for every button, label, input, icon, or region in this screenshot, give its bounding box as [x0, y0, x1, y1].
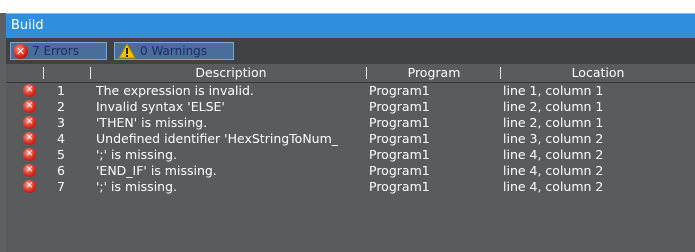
row-location: line 4, column 2 [503, 179, 604, 194]
row-location: line 2, column 1 [503, 99, 604, 114]
table-row[interactable]: ✕ 3 'THEN' is missing. Program1 line 2, … [6, 115, 695, 131]
row-location: line 3, column 2 [503, 131, 604, 146]
column-header-program[interactable]: Program [369, 65, 499, 80]
error-icon: ✕ [13, 43, 28, 59]
errors-filter-button[interactable]: ✕ 7 Errors [10, 42, 107, 60]
build-panel-titlebar: Build [6, 13, 695, 38]
error-icon: ✕ [23, 180, 36, 193]
row-number: 3 [57, 115, 65, 130]
warning-icon [118, 43, 136, 59]
column-separator[interactable] [366, 67, 367, 79]
row-number: 4 [57, 131, 65, 146]
row-program: Program1 [369, 147, 430, 162]
row-number: 7 [57, 179, 65, 194]
row-location: line 2, column 1 [503, 115, 604, 130]
panel-title: Build [11, 18, 44, 33]
row-number: 1 [57, 83, 65, 98]
error-icon: ✕ [23, 84, 36, 97]
row-program: Program1 [369, 131, 430, 146]
warnings-filter-label: 0 Warnings [140, 44, 208, 58]
row-program: Program1 [369, 163, 430, 178]
row-number: 6 [57, 163, 65, 178]
row-description: ';' is missing. [96, 179, 177, 194]
row-description: 'THEN' is missing. [96, 115, 208, 130]
row-number: 5 [57, 147, 65, 162]
table-row[interactable]: ✕ 5 ';' is missing. Program1 line 4, col… [6, 147, 695, 163]
column-separator[interactable] [43, 67, 44, 79]
error-icon: ✕ [23, 132, 36, 145]
top-strip [0, 0, 695, 13]
table-row[interactable]: ✕ 7 ';' is missing. Program1 line 4, col… [6, 179, 695, 195]
column-separator[interactable] [500, 67, 501, 79]
row-location: line 4, column 2 [503, 163, 604, 178]
error-icon: ✕ [23, 164, 36, 177]
table-row[interactable]: ✕ 6 'END_IF' is missing. Program1 line 4… [6, 163, 695, 179]
row-program: Program1 [369, 179, 430, 194]
error-list-grid: Description Program Location ✕ 1 The exp… [6, 64, 695, 195]
errors-filter-label: 7 Errors [32, 44, 79, 58]
error-icon: ✕ [23, 148, 36, 161]
row-number: 2 [57, 99, 65, 114]
row-description: The expression is invalid. [96, 83, 254, 98]
grid-header: Description Program Location [6, 64, 695, 83]
row-description: ';' is missing. [96, 147, 177, 162]
error-icon: ✕ [23, 100, 36, 113]
error-icon: ✕ [23, 116, 36, 129]
table-row[interactable]: ✕ 4 Undefined identifier 'HexStringToNum… [6, 131, 695, 147]
column-header-description[interactable]: Description [96, 65, 366, 80]
row-program: Program1 [369, 83, 430, 98]
column-separator[interactable] [90, 67, 91, 79]
row-description: Invalid syntax 'ELSE' [96, 99, 225, 114]
row-program: Program1 [369, 99, 430, 114]
warnings-filter-button[interactable]: 0 Warnings [114, 42, 234, 60]
row-description: Undefined identifier 'HexStringToNum_ [96, 131, 339, 146]
build-panel: ✕ 7 Errors 0 Warnings Description Progra… [6, 38, 695, 252]
row-location: line 1, column 1 [503, 83, 604, 98]
row-location: line 4, column 2 [503, 147, 604, 162]
column-header-location[interactable]: Location [503, 65, 693, 80]
table-row[interactable]: ✕ 1 The expression is invalid. Program1 … [6, 83, 695, 99]
table-row[interactable]: ✕ 2 Invalid syntax 'ELSE' Program1 line … [6, 99, 695, 115]
row-program: Program1 [369, 115, 430, 130]
filter-bar: ✕ 7 Errors 0 Warnings [6, 38, 695, 64]
row-description: 'END_IF' is missing. [96, 163, 217, 178]
